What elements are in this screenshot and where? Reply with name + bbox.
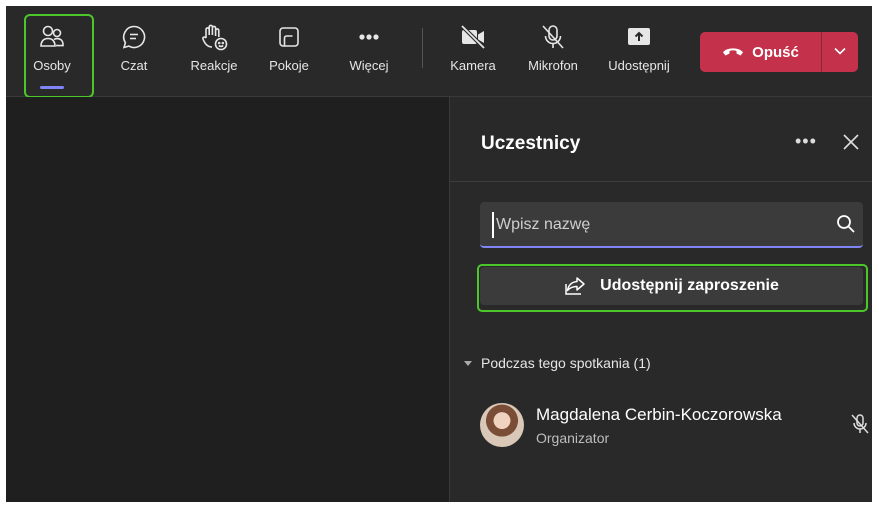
microphone-label: Mikrofon xyxy=(528,58,578,73)
toolbar-divider xyxy=(422,28,423,68)
chat-label: Czat xyxy=(120,58,148,73)
chat-button[interactable]: Czat xyxy=(109,12,159,90)
more-label: Więcej xyxy=(349,58,389,73)
more-button[interactable]: Więcej xyxy=(341,12,397,90)
leave-button[interactable]: Opuść xyxy=(700,32,821,72)
search-icon[interactable] xyxy=(836,214,856,234)
microphone-button[interactable]: Mikrofon xyxy=(516,12,590,90)
mic-off-icon xyxy=(536,20,570,54)
reactions-label: Reakcje xyxy=(190,58,238,73)
more-icon xyxy=(352,20,386,54)
leave-options-button[interactable] xyxy=(822,32,858,72)
search-input[interactable] xyxy=(492,212,818,238)
camera-off-icon xyxy=(456,20,490,54)
participant-role: Organizator xyxy=(536,430,610,446)
chat-icon xyxy=(117,20,151,54)
reactions-button[interactable]: Reakcje xyxy=(184,12,244,90)
rooms-button[interactable]: Pokoje xyxy=(261,12,317,90)
leave-button-group: Opuść xyxy=(700,32,858,72)
ellipsis-icon: ••• xyxy=(795,131,817,151)
camera-label: Kamera xyxy=(450,58,496,73)
participant-name: Magdalena Cerbin-Koczorowska xyxy=(536,405,782,424)
meeting-stage xyxy=(6,97,449,502)
share-invite-label: Udostępnij zaproszenie xyxy=(600,277,779,294)
share-screen-button[interactable]: Udostępnij xyxy=(596,12,682,90)
panel-divider xyxy=(450,181,872,182)
rooms-icon xyxy=(272,20,306,54)
panel-close-button[interactable] xyxy=(842,133,860,156)
search-box xyxy=(480,202,863,248)
caret-down-icon xyxy=(464,360,472,366)
share-icon xyxy=(565,277,585,295)
share-invite-button[interactable]: Udostępnij zaproszenie xyxy=(480,267,863,305)
panel-more-button[interactable]: ••• xyxy=(795,131,817,152)
active-indicator xyxy=(40,86,64,89)
teams-window: Osoby Czat Reakcje Pokoje Więcej Kamera … xyxy=(6,6,872,502)
raise-hand-icon xyxy=(197,20,231,54)
participant-row[interactable]: Magdalena Cerbin-Koczorowska Organizator xyxy=(480,399,869,451)
close-icon xyxy=(843,134,859,150)
share-screen-icon xyxy=(622,20,656,54)
share-screen-label: Udostępnij xyxy=(608,58,670,73)
leave-label: Opuść xyxy=(752,43,799,61)
avatar xyxy=(480,403,524,447)
rooms-label: Pokoje xyxy=(269,58,309,73)
people-button[interactable]: Osoby xyxy=(26,12,78,90)
people-label: Osoby xyxy=(33,58,71,73)
chevron-down-icon xyxy=(833,43,847,61)
panel-title: Uczestnicy xyxy=(481,133,581,154)
participants-panel: Uczestnicy ••• Udostępnij zaproszenie Po… xyxy=(449,97,872,502)
meeting-toolbar: Osoby Czat Reakcje Pokoje Więcej Kamera … xyxy=(6,6,872,98)
people-icon xyxy=(35,20,69,54)
section-label: Podczas tego spotkania (1) xyxy=(481,355,651,371)
mic-off-icon xyxy=(851,414,869,434)
phone-hangup-icon xyxy=(722,43,744,61)
section-header-in-meeting[interactable]: Podczas tego spotkania (1) xyxy=(464,355,651,371)
camera-button[interactable]: Kamera xyxy=(443,12,503,90)
